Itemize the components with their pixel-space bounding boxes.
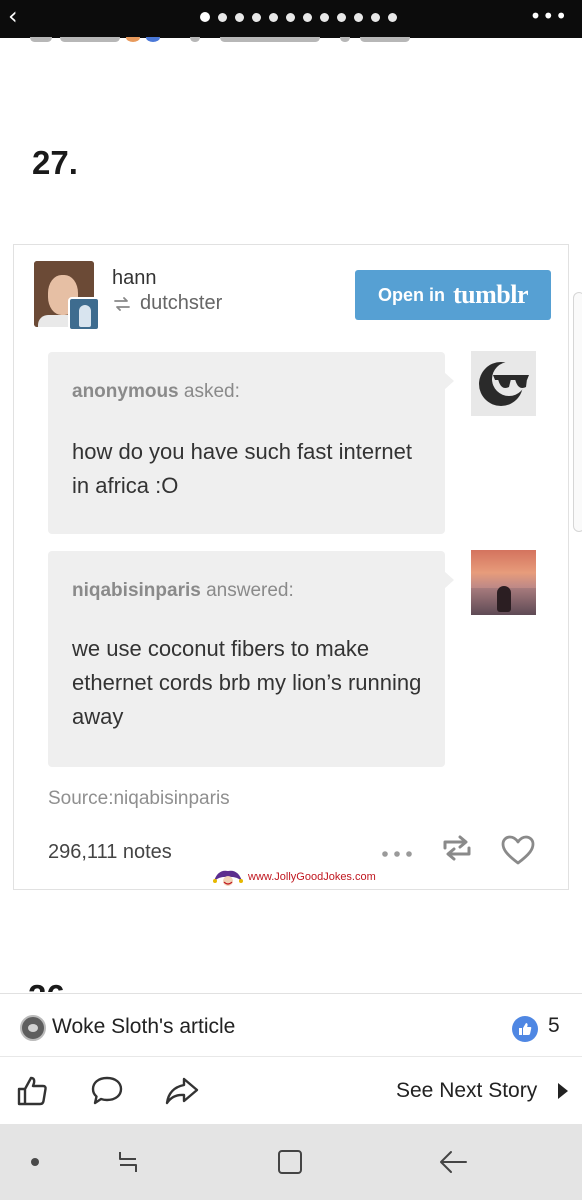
more-options-icon[interactable] [380, 850, 414, 858]
reblog-source-avatar[interactable] [68, 297, 100, 331]
blog-name[interactable]: hann [112, 267, 157, 290]
page-dot [337, 13, 346, 22]
page-dot [320, 13, 329, 22]
reblog-icon [114, 296, 130, 311]
reblog-line: dutchster [112, 292, 222, 315]
page-avatar-icon[interactable] [20, 1015, 46, 1041]
play-arrow-icon[interactable] [557, 1082, 569, 1100]
reblogged-from[interactable]: dutchster [140, 292, 222, 315]
nav-dot-icon[interactable] [31, 1158, 39, 1166]
answer-header: niqabisinparis answered: [72, 580, 294, 602]
chevron-left-icon[interactable]: ‹ [8, 4, 18, 28]
tumblr-post-card: hann dutchster Open in tumblr anonymous … [13, 244, 569, 890]
tumblr-wordmark: tumblr [453, 280, 529, 309]
share-icon[interactable] [164, 1075, 200, 1107]
heart-icon[interactable] [500, 834, 536, 866]
answer-bubble: niqabisinparis answered: we use coconut … [48, 551, 454, 767]
asker-name[interactable]: anonymous [72, 381, 179, 402]
side-panel-edge [573, 292, 582, 532]
page-dot [235, 13, 244, 22]
page-dot [303, 13, 312, 22]
page-dot [354, 13, 363, 22]
previous-item-cutoff [30, 37, 410, 44]
thumbs-up-icon[interactable] [16, 1075, 50, 1107]
top-bar: ‹ ••• [0, 0, 582, 38]
recent-apps-icon[interactable] [114, 1148, 142, 1176]
answerer-name[interactable]: niqabisinparis [72, 580, 201, 601]
question-text: how do you have such fast internet in af… [72, 439, 412, 498]
question-header: anonymous asked: [72, 381, 240, 403]
system-navigation-bar [0, 1124, 582, 1200]
page-dot-active [200, 12, 210, 22]
comment-icon[interactable] [90, 1075, 124, 1107]
article-bar: Woke Sloth's article 5 [0, 993, 582, 1055]
answerer-avatar[interactable] [471, 550, 536, 615]
like-count[interactable]: 5 [548, 1014, 560, 1038]
post-source[interactable]: Source:niqabisinparis [48, 788, 230, 810]
page-dot [218, 13, 227, 22]
notes-count[interactable]: 296,111 notes [48, 841, 172, 864]
answer-text: we use coconut fibers to make ethernet c… [72, 636, 422, 729]
page-dot [388, 13, 397, 22]
page-dot [269, 13, 278, 22]
see-next-story-link[interactable]: See Next Story [396, 1079, 537, 1103]
more-horizontal-icon[interactable]: ••• [530, 4, 568, 28]
back-arrow-icon[interactable] [438, 1148, 468, 1176]
asked-verb: asked: [183, 381, 240, 402]
open-in-tumblr-button[interactable]: Open in tumblr [355, 270, 551, 320]
answered-verb: answered: [206, 580, 294, 601]
like-badge-icon [512, 1016, 538, 1042]
page-dot [252, 13, 261, 22]
page-dot [371, 13, 380, 22]
page-indicator [200, 12, 397, 22]
sunglasses-moon-icon [479, 362, 529, 406]
watermark-text: www.JollyGoodJokes.com [248, 871, 376, 883]
question-bubble: anonymous asked: how do you have such fa… [48, 352, 454, 534]
page-dot [286, 13, 295, 22]
next-item-number-cutoff: 26. [28, 974, 88, 992]
watermark: www.JollyGoodJokes.com [212, 867, 376, 887]
item-number: 27. [32, 144, 78, 181]
home-icon[interactable] [276, 1148, 304, 1176]
anonymous-avatar [471, 351, 536, 416]
reblog-icon[interactable] [439, 833, 475, 863]
article-title[interactable]: Woke Sloth's article [52, 1015, 235, 1039]
action-bar: See Next Story [0, 1056, 582, 1122]
jester-logo [213, 870, 243, 886]
open-in-label: Open in [378, 284, 445, 305]
